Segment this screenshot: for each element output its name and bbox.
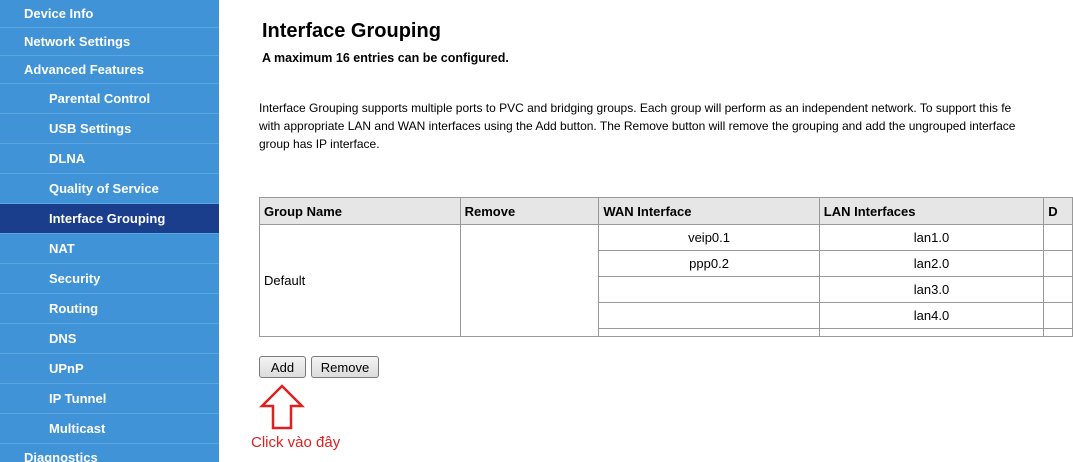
description-line: Interface Grouping supports multiple por… (259, 101, 1012, 115)
nav-advanced-features[interactable]: Advanced Features (0, 56, 219, 84)
nav-ip-tunnel[interactable]: IP Tunnel (0, 384, 219, 414)
nav-usb-settings[interactable]: USB Settings (0, 114, 219, 144)
description-line: with appropriate LAN and WAN interfaces … (259, 119, 1016, 133)
d-cell (1043, 250, 1073, 277)
nav-security[interactable]: Security (0, 264, 219, 294)
wan-cell: ppp0.2 (598, 250, 820, 277)
interface-group-table: Group Name Remove WAN Interface LAN Inte… (259, 197, 1073, 337)
header-wan-interface: WAN Interface (598, 197, 820, 225)
up-arrow-icon (259, 384, 305, 430)
page-subtitle: A maximum 16 entries can be configured. (262, 51, 509, 65)
lan-cell: lan3.0 (818, 276, 1045, 303)
nav-upnp[interactable]: UPnP (0, 354, 219, 384)
header-d: D (1043, 197, 1073, 225)
lan-cell: lan2.0 (818, 250, 1045, 277)
nav-device-info[interactable]: Device Info (0, 0, 219, 28)
d-cell (1043, 224, 1073, 251)
group-name-cell: Default (259, 224, 461, 337)
sidebar: Device Info Network Settings Advanced Fe… (0, 0, 219, 462)
annotation-note: Click vào đây (251, 434, 341, 451)
table-header-row: Group Name Remove WAN Interface LAN Inte… (259, 197, 1073, 225)
nav-nat[interactable]: NAT (0, 234, 219, 264)
nav-network-settings[interactable]: Network Settings (0, 28, 219, 56)
description: Interface Grouping supports multiple por… (259, 99, 1073, 153)
lan-cell: lan1.0 (818, 224, 1045, 251)
nav-dns[interactable]: DNS (0, 324, 219, 354)
d-cell (1043, 302, 1073, 329)
header-remove: Remove (459, 197, 600, 225)
add-button[interactable]: Add (259, 356, 306, 378)
remove-cell (459, 224, 600, 337)
remove-button[interactable]: Remove (311, 356, 379, 378)
wan-cell (598, 302, 820, 329)
nav-diagnostics[interactable]: Diagnostics (0, 444, 219, 462)
d-cell (1043, 276, 1073, 303)
header-group-name: Group Name (259, 197, 461, 225)
table-row: Default veip0.1 lan1.0 (259, 224, 1073, 337)
nav-multicast[interactable]: Multicast (0, 414, 219, 444)
nav-quality-of-service[interactable]: Quality of Service (0, 174, 219, 204)
wan-cell: veip0.1 (598, 224, 820, 251)
nav-parental-control[interactable]: Parental Control (0, 84, 219, 114)
d-cell (1043, 328, 1073, 337)
lan-cell: lan4.0 (818, 302, 1045, 329)
nav-dlna[interactable]: DLNA (0, 144, 219, 174)
header-lan-interfaces: LAN Interfaces (818, 197, 1045, 225)
nav-routing[interactable]: Routing (0, 294, 219, 324)
main-content: Interface Grouping A maximum 16 entries … (219, 0, 1073, 462)
wan-cell (598, 276, 820, 303)
description-line: group has IP interface. (259, 137, 380, 151)
wan-cell (598, 328, 820, 337)
lan-cell (818, 328, 1045, 337)
page-title: Interface Grouping (262, 20, 441, 42)
nav-interface-grouping[interactable]: Interface Grouping (0, 204, 219, 234)
